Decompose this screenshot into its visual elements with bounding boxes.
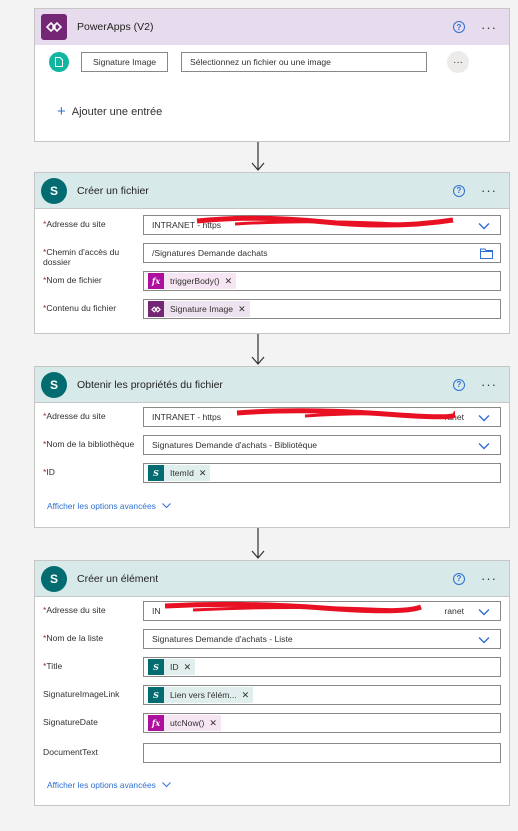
folder-value: /Signatures Demande dachats [152, 248, 268, 258]
more-options-icon[interactable]: ··· [481, 571, 497, 586]
title-label: *Title [43, 661, 63, 671]
dynamic-content-token[interactable]: Signature Image ✕ [148, 301, 250, 317]
signature-image-link-label: SignatureImageLink [43, 689, 120, 699]
more-options-icon[interactable]: ··· [481, 183, 497, 198]
chevron-down-icon [478, 223, 490, 230]
remove-token-icon[interactable]: ✕ [184, 662, 192, 673]
remove-token-icon[interactable]: ✕ [242, 690, 250, 701]
chevron-down-icon [161, 782, 171, 788]
dynamic-content-token[interactable]: S Lien vers l'élém... ✕ [148, 687, 254, 703]
trigger-input-row: Signature Image Sélectionnez un fichier … [35, 49, 509, 77]
file-type-icon [49, 52, 69, 72]
remove-token-icon[interactable]: ✕ [199, 468, 207, 479]
expression-token[interactable]: fx utcNow() ✕ [148, 715, 221, 731]
folder-field[interactable]: /Signatures Demande dachats [143, 243, 501, 263]
sharepoint-icon: S [41, 565, 67, 592]
input-description-field[interactable]: Sélectionnez un fichier ou une image [181, 52, 427, 72]
dynamic-content-token[interactable]: S ItemId ✕ [148, 465, 211, 481]
create-file-card: S Créer un fichier ? ··· *Adresse du sit… [34, 172, 510, 334]
show-advanced-options-link[interactable]: Afficher les options avancées [47, 780, 171, 790]
get-properties-title: Obtenir les propriétés du fichier [77, 378, 223, 391]
more-options-icon[interactable]: ··· [481, 377, 497, 392]
create-item-title: Créer un élément [77, 572, 159, 585]
filename-label: *Nom de fichier [43, 275, 102, 285]
content-label: *Contenu du fichier [43, 303, 117, 313]
flow-arrow-icon [251, 334, 265, 365]
content-field[interactable]: Signature Image ✕ [143, 299, 501, 319]
trigger-title: PowerApps (V2) [77, 21, 154, 33]
signature-image-link-field[interactable]: S Lien vers l'élém... ✕ [143, 685, 501, 705]
list-label: *Nom de la liste [43, 633, 104, 643]
site-value: INTRANET - https [152, 412, 222, 422]
chevron-down-icon [478, 609, 490, 616]
trigger-card: PowerApps (V2) ? ··· Signature Image Sél… [34, 8, 510, 142]
input-more-button[interactable]: ··· [447, 51, 469, 73]
chevron-down-icon [478, 443, 490, 450]
help-icon[interactable]: ? [453, 378, 465, 391]
help-icon[interactable]: ? [453, 184, 465, 197]
create-file-header[interactable]: S Créer un fichier ? ··· [35, 173, 509, 209]
site-dropdown[interactable]: IN ranet [143, 601, 501, 621]
site-label: *Adresse du site [43, 219, 106, 229]
site-value: INTRANET - https [152, 220, 222, 230]
plus-icon: + [57, 103, 66, 120]
create-item-header[interactable]: S Créer un élément ? ··· [35, 561, 509, 597]
library-value: Signatures Demande d'achats - Bibliotèqu… [152, 440, 318, 450]
remove-token-icon[interactable]: ✕ [209, 718, 217, 729]
create-file-title: Créer un fichier [77, 184, 149, 197]
more-options-icon[interactable]: ··· [481, 20, 497, 35]
create-item-card: S Créer un élément ? ··· *Adresse du sit… [34, 560, 510, 806]
get-properties-card: S Obtenir les propriétés du fichier ? ··… [34, 366, 510, 528]
chevron-down-icon [161, 503, 171, 509]
id-label: *ID [43, 467, 55, 477]
site-value-tail: ranet [444, 606, 464, 616]
signature-date-field[interactable]: fx utcNow() ✕ [143, 713, 501, 733]
document-text-label: DocumentText [43, 747, 98, 757]
fx-icon: fx [148, 273, 164, 289]
sharepoint-icon: S [148, 465, 164, 481]
site-dropdown[interactable]: INTRANET - https [143, 215, 501, 235]
site-label: *Adresse du site [43, 605, 106, 615]
filename-field[interactable]: fx triggerBody() ✕ [143, 271, 501, 291]
chevron-down-icon [478, 637, 490, 644]
trigger-header[interactable]: PowerApps (V2) ? ··· [35, 9, 509, 45]
flow-arrow-icon [251, 142, 265, 171]
remove-token-icon[interactable]: ✕ [225, 276, 233, 287]
advanced-label: Afficher les options avancées [47, 501, 156, 511]
powerapps-icon [41, 14, 67, 40]
sharepoint-icon: S [41, 177, 67, 204]
add-entry-button[interactable]: + Ajouter une entrée [57, 103, 163, 120]
add-entry-label: Ajouter une entrée [71, 106, 163, 118]
sharepoint-icon: S [148, 687, 164, 703]
sharepoint-icon: S [41, 371, 67, 398]
chevron-down-icon [478, 415, 490, 422]
folder-icon[interactable] [480, 248, 493, 259]
remove-token-icon[interactable]: ✕ [238, 304, 246, 315]
powerapps-icon [148, 301, 164, 317]
site-dropdown[interactable]: INTRANET - https ranet [143, 407, 501, 427]
id-field[interactable]: S ItemId ✕ [143, 463, 501, 483]
flow-arrow-icon [251, 528, 265, 559]
help-icon[interactable]: ? [453, 572, 465, 585]
advanced-label: Afficher les options avancées [47, 780, 156, 790]
dynamic-content-token[interactable]: S ID ✕ [148, 659, 196, 675]
signature-date-label: SignatureDate [43, 717, 98, 727]
list-value: Signatures Demande d'achats - Liste [152, 634, 293, 644]
site-value-tail: ranet [444, 412, 464, 422]
library-label: *Nom de la bibliothèque [43, 439, 135, 449]
get-properties-header[interactable]: S Obtenir les propriétés du fichier ? ··… [35, 367, 509, 403]
folder-label: *Chemin d'accès du dossier [43, 247, 120, 267]
title-field[interactable]: S ID ✕ [143, 657, 501, 677]
site-label: *Adresse du site [43, 411, 106, 421]
site-value: IN [152, 606, 161, 616]
fx-icon: fx [148, 715, 164, 731]
library-dropdown[interactable]: Signatures Demande d'achats - Bibliotèqu… [143, 435, 501, 455]
list-dropdown[interactable]: Signatures Demande d'achats - Liste [143, 629, 501, 649]
expression-token[interactable]: fx triggerBody() ✕ [148, 273, 237, 289]
document-text-field[interactable] [143, 743, 501, 763]
show-advanced-options-link[interactable]: Afficher les options avancées [47, 501, 171, 511]
sharepoint-icon: S [148, 659, 164, 675]
help-icon[interactable]: ? [453, 21, 465, 33]
input-name-field[interactable]: Signature Image [81, 52, 168, 72]
